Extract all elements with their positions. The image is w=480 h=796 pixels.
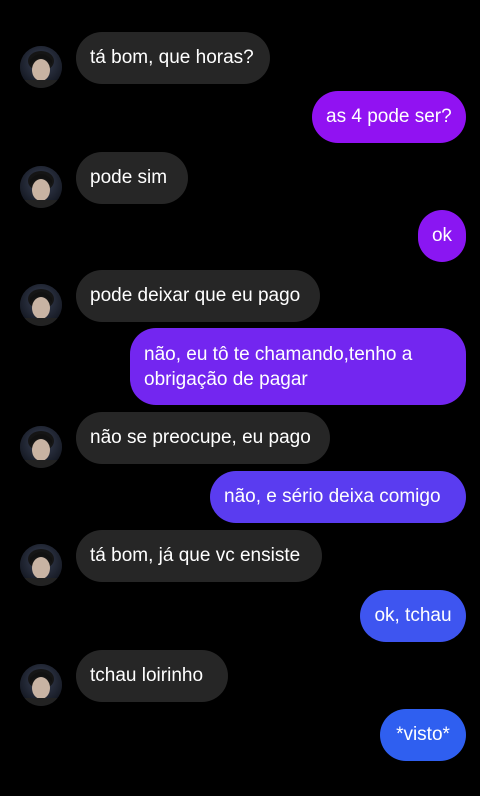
outgoing-message[interactable]: ok, tchau bbox=[360, 590, 466, 642]
message-text: ok, tchau bbox=[374, 605, 452, 626]
outgoing-message[interactable]: não, eu tô te chamando,tenho a obrigação… bbox=[130, 328, 466, 405]
message-text: tá bom, já que vc ensiste bbox=[90, 545, 301, 566]
message-text: não, e sério deixa comigo bbox=[224, 486, 441, 507]
message-text: não se preocupe, eu pago bbox=[90, 427, 311, 448]
incoming-message[interactable]: não se preocupe, eu pago bbox=[76, 412, 330, 464]
message-text: pode sim bbox=[90, 167, 168, 188]
avatar-image bbox=[20, 426, 62, 468]
message-text: as 4 pode ser? bbox=[326, 106, 452, 127]
incoming-message[interactable]: tá bom, que horas? bbox=[76, 32, 270, 84]
message-text-line-2: obrigação de pagar bbox=[144, 369, 308, 390]
avatar-image bbox=[20, 284, 62, 326]
contact-avatar[interactable] bbox=[20, 46, 62, 88]
message-text: *visto* bbox=[396, 724, 450, 745]
outgoing-message[interactable]: as 4 pode ser? bbox=[312, 91, 466, 143]
message-text: tá bom, que horas? bbox=[90, 47, 254, 68]
incoming-message[interactable]: pode sim bbox=[76, 152, 188, 204]
message-text-line-1: não, eu tô te chamando,tenho a bbox=[144, 344, 413, 365]
incoming-message[interactable]: pode deixar que eu pago bbox=[76, 270, 320, 322]
contact-avatar[interactable] bbox=[20, 426, 62, 468]
contact-avatar[interactable] bbox=[20, 284, 62, 326]
message-text: pode deixar que eu pago bbox=[90, 285, 301, 306]
avatar-image bbox=[20, 46, 62, 88]
outgoing-message[interactable]: não, e sério deixa comigo bbox=[210, 471, 466, 523]
contact-avatar[interactable] bbox=[20, 664, 62, 706]
avatar-image bbox=[20, 166, 62, 208]
contact-avatar[interactable] bbox=[20, 544, 62, 586]
avatar-image bbox=[20, 664, 62, 706]
outgoing-message[interactable]: ok bbox=[418, 210, 466, 262]
contact-avatar[interactable] bbox=[20, 166, 62, 208]
message-text: ok bbox=[431, 225, 453, 246]
message-text: tchau loirinho bbox=[90, 665, 204, 686]
incoming-message[interactable]: tchau loirinho bbox=[76, 650, 228, 702]
incoming-message[interactable]: tá bom, já que vc ensiste bbox=[76, 530, 322, 582]
avatar-image bbox=[20, 544, 62, 586]
outgoing-message[interactable]: *visto* bbox=[380, 709, 466, 761]
